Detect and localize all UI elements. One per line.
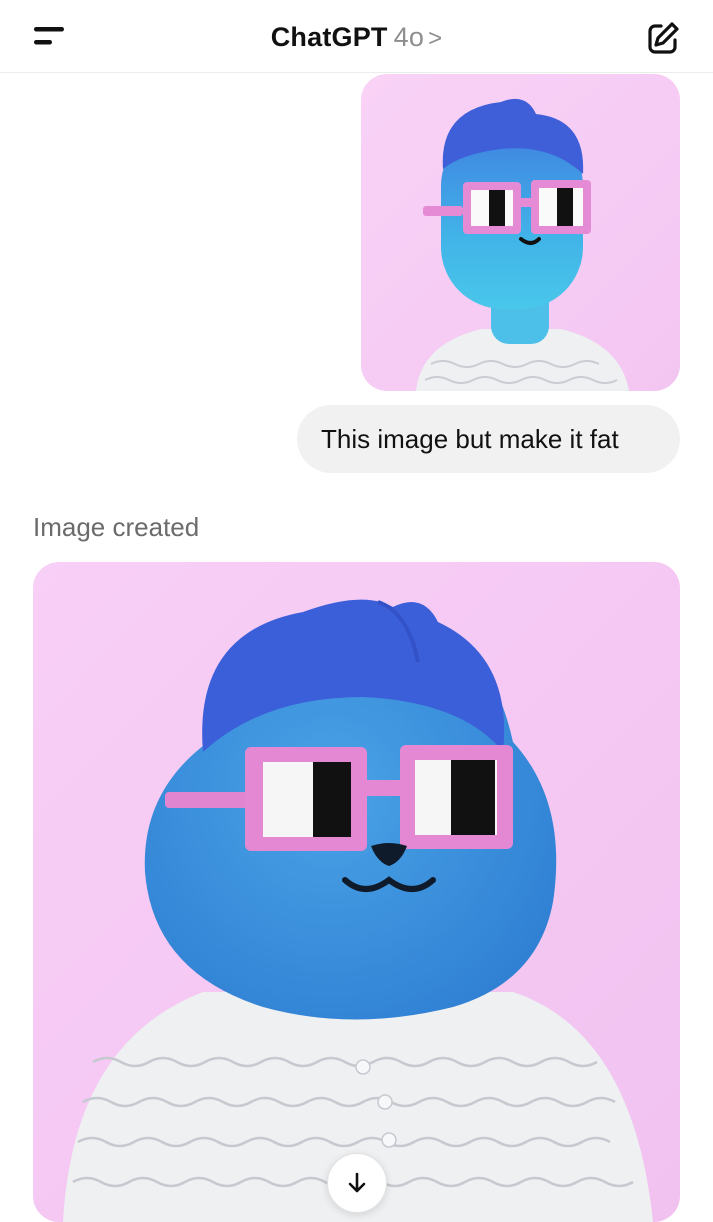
arrow-down-icon (348, 1172, 366, 1193)
model-selector[interactable]: ChatGPT 4o > (0, 20, 713, 56)
generated-image[interactable] (33, 562, 680, 1222)
image-created-label: Image created (33, 512, 200, 542)
chevron-right-icon: > (428, 25, 443, 52)
app-title: ChatGPT (270, 22, 388, 52)
user-message-bubble: This image but make it fat (297, 405, 680, 473)
user-uploaded-image[interactable] (361, 74, 680, 391)
scroll-down-button[interactable] (327, 1153, 387, 1213)
model-name: 4o (393, 22, 425, 52)
new-chat-icon[interactable] (644, 19, 682, 57)
top-bar: ChatGPT 4o > (0, 0, 713, 73)
